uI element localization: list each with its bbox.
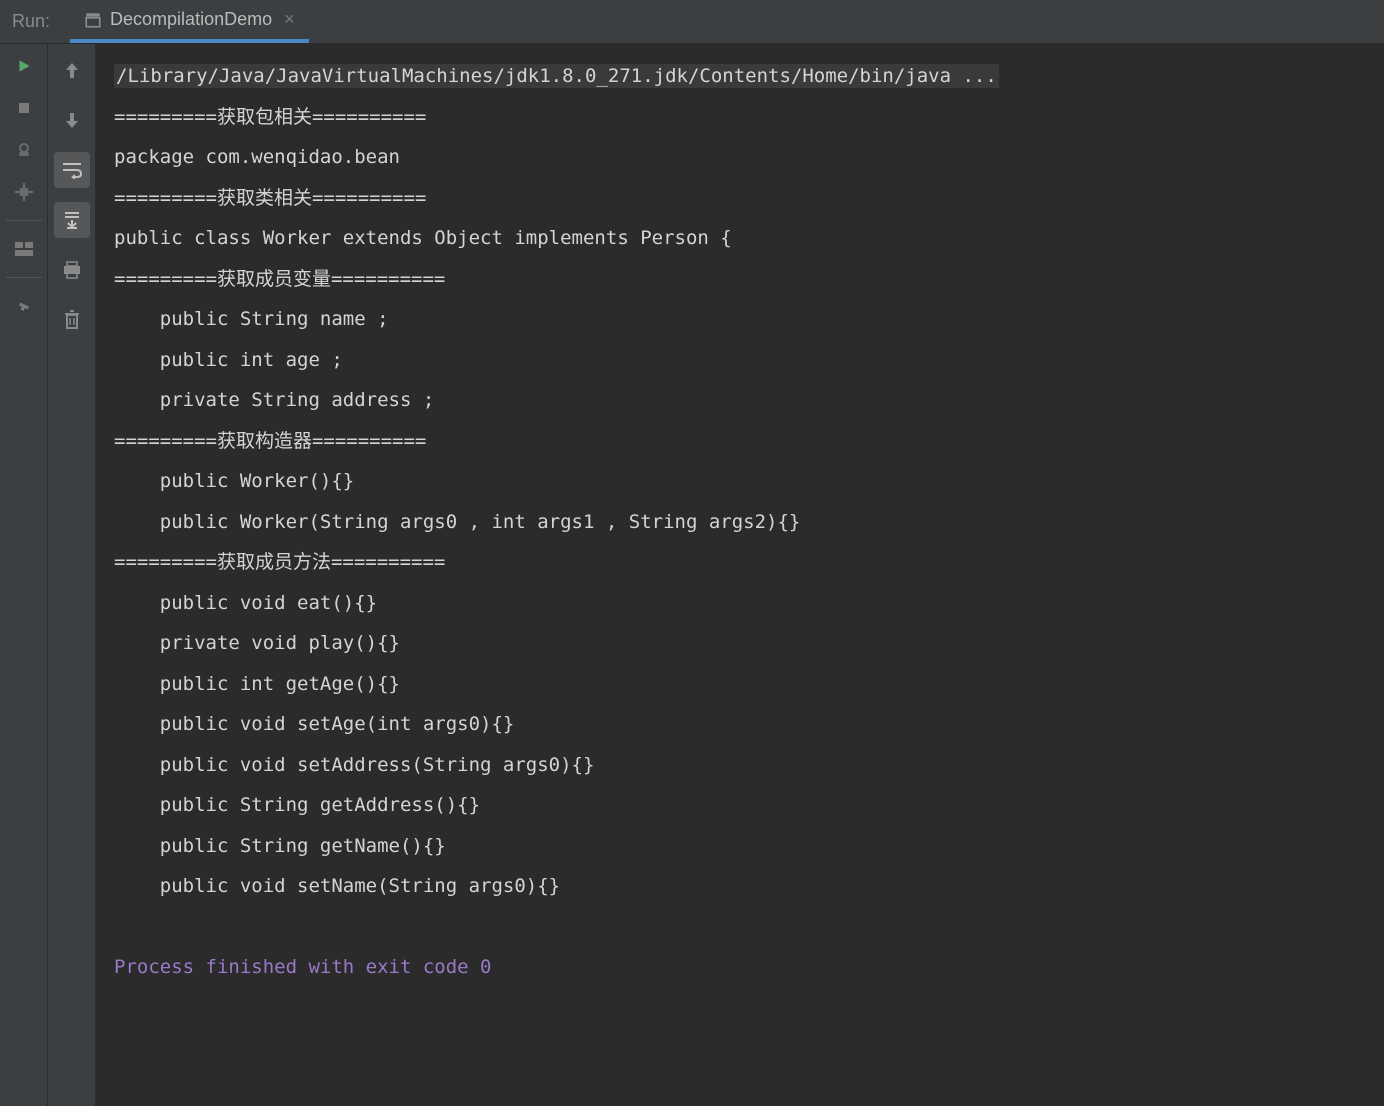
scroll-to-end-button[interactable] (54, 202, 90, 238)
run-config-tab[interactable]: DecompilationDemo × (70, 0, 309, 43)
console-toolbar (48, 44, 96, 1106)
separator (6, 277, 42, 278)
pin-button[interactable] (10, 292, 38, 320)
command-line: /Library/Java/JavaVirtualMachines/jdk1.8… (114, 64, 999, 88)
tab-title: DecompilationDemo (110, 9, 272, 30)
left-toolbar (0, 44, 48, 1106)
close-icon[interactable]: × (284, 9, 295, 30)
exit-code-line: Process finished with exit code 0 (114, 956, 492, 978)
stop-button[interactable] (10, 94, 38, 122)
dump-threads-button[interactable] (10, 136, 38, 164)
clear-button[interactable] (54, 302, 90, 338)
run-tool-window-header: Run: DecompilationDemo × (0, 0, 1384, 44)
soft-wrap-button[interactable] (54, 152, 90, 188)
up-trace-button[interactable] (54, 52, 90, 88)
rerun-button[interactable] (10, 52, 38, 80)
application-icon (84, 11, 102, 29)
down-trace-button[interactable] (54, 102, 90, 138)
console-body: =========获取包相关========== package com.wen… (114, 106, 800, 898)
attach-debugger-button[interactable] (10, 178, 38, 206)
console-output[interactable]: /Library/Java/JavaVirtualMachines/jdk1.8… (96, 44, 1384, 1106)
layout-button[interactable] (10, 235, 38, 263)
print-button[interactable] (54, 252, 90, 288)
run-label: Run: (12, 11, 50, 32)
separator (6, 220, 42, 221)
